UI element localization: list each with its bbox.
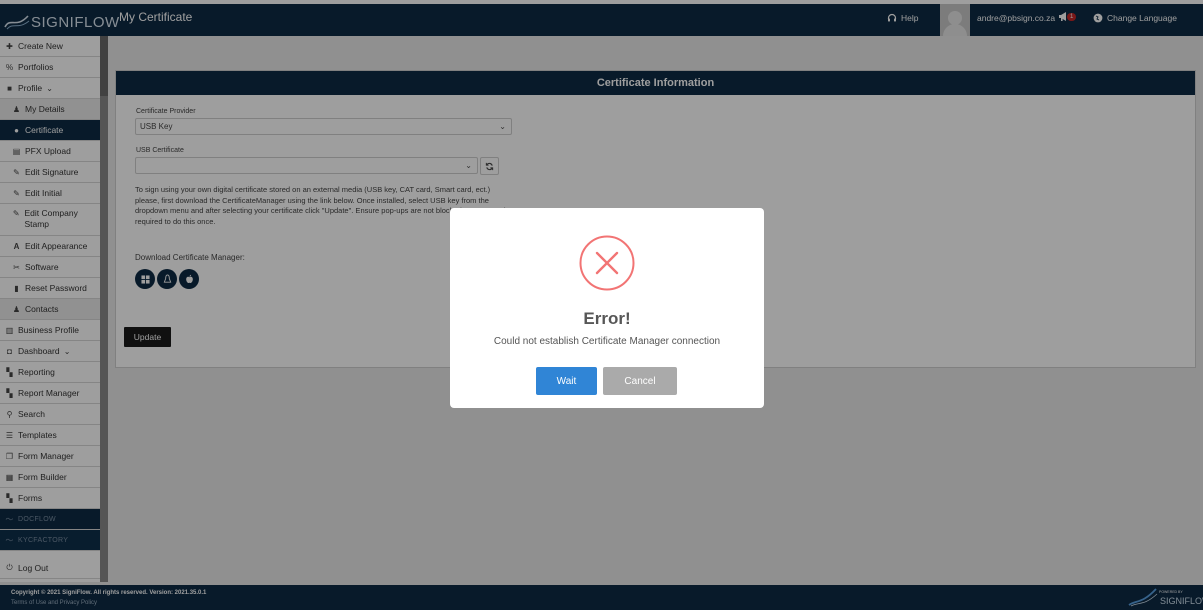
error-x-icon <box>579 235 635 291</box>
dialog-message: Could not establish Certificate Manager … <box>493 336 721 347</box>
wait-button[interactable]: Wait <box>536 367 597 395</box>
dialog-title: Error! <box>583 309 631 328</box>
error-dialog: Error! Could not establish Certificate M… <box>450 208 764 408</box>
cancel-button[interactable]: Cancel <box>603 367 677 395</box>
